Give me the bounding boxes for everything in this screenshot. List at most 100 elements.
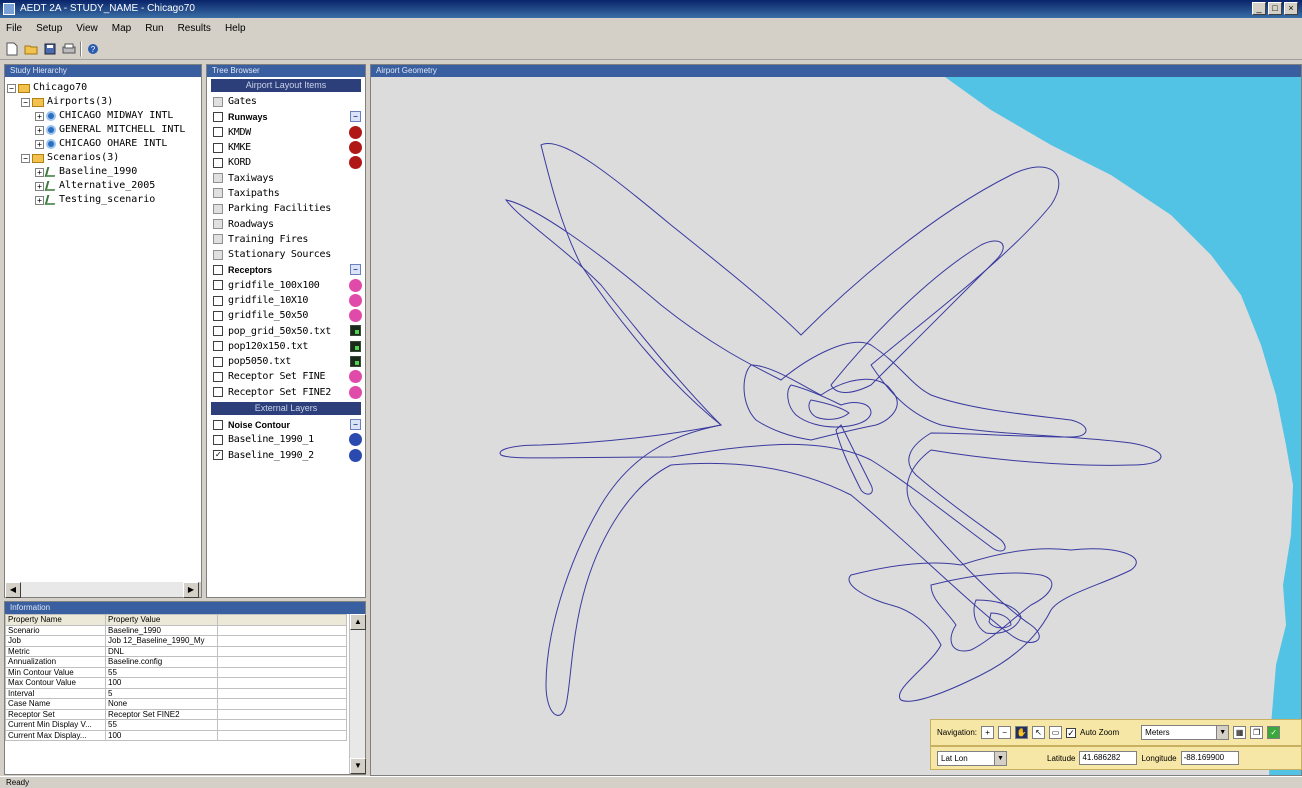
layer-item[interactable]: Taxipaths [207, 186, 365, 201]
map-panel[interactable]: Airport Geometry [370, 64, 1302, 776]
layer-item[interactable]: pop5050.txt [207, 354, 365, 369]
layer-item[interactable]: pop120x150.txt [207, 339, 365, 354]
tree-node[interactable]: + Alternative_2005 [7, 179, 199, 193]
grid-layer-icon[interactable] [350, 325, 361, 337]
layer-item[interactable]: Gates [207, 94, 365, 109]
scroll-left-icon[interactable]: ◀ [5, 582, 21, 598]
tree-node[interactable]: + CHICAGO OHARE INTL [7, 137, 199, 151]
layer-checkbox[interactable] [213, 157, 223, 168]
layer-checkbox[interactable] [213, 127, 223, 138]
tree-node[interactable]: + Testing_scenario [7, 193, 199, 207]
layer-item[interactable]: Runways − [207, 109, 365, 124]
grid-layer-icon[interactable] [350, 340, 361, 352]
confirm-icon[interactable]: ✓ [1267, 726, 1281, 739]
layer-checkbox[interactable] [213, 249, 223, 260]
tree-node[interactable]: − Chicago70 [7, 81, 199, 95]
scroll-right-icon[interactable]: ▶ [183, 582, 199, 598]
select-icon[interactable]: ↖ [1032, 726, 1046, 739]
layer-item[interactable]: KORD [207, 155, 365, 170]
expand-icon[interactable]: + [35, 167, 44, 177]
layer-item[interactable]: Parking Facilities [207, 201, 365, 216]
table-row[interactable]: Min Contour Value 55 [5, 666, 347, 678]
latitude-field[interactable]: 41.686282 [1079, 751, 1138, 765]
layer-item[interactable]: Noise Contour − [207, 417, 365, 432]
layer-item[interactable]: Taxiways [207, 170, 365, 185]
open-icon[interactable] [23, 41, 39, 57]
table-row[interactable]: Metric DNL [5, 645, 347, 657]
layer-color-icon[interactable] [349, 309, 362, 323]
layer-checkbox[interactable] [213, 356, 223, 367]
tree-horizontal-scrollbar[interactable]: ◀ ▶ [5, 581, 201, 598]
table-row[interactable]: Current Min Display V... 55 [5, 719, 347, 731]
expand-icon[interactable]: + [35, 139, 44, 149]
longitude-field[interactable]: -88.169900 [1180, 751, 1239, 765]
layer-color-icon[interactable] [349, 293, 362, 307]
layer-color-icon[interactable] [349, 448, 362, 462]
help-icon[interactable]: ? [85, 41, 101, 57]
expand-icon[interactable]: + [35, 195, 44, 205]
coordinate-system-select[interactable]: Lat Lon ▼ [937, 750, 1007, 766]
expand-icon[interactable]: + [35, 125, 44, 135]
layer-checkbox[interactable] [213, 203, 223, 214]
layer-item[interactable]: Training Fires [207, 232, 365, 247]
layer-checkbox[interactable] [213, 188, 223, 199]
layer-item[interactable]: KMKE [207, 140, 365, 155]
menu-results[interactable]: Results [178, 23, 211, 34]
scroll-up-icon[interactable]: ▲ [350, 614, 366, 630]
layer-color-icon[interactable] [349, 278, 362, 292]
layer-checkbox[interactable] [213, 387, 223, 398]
copy-map-icon[interactable]: ❐ [1250, 726, 1264, 739]
save-icon[interactable] [42, 41, 58, 57]
layer-item[interactable]: Receptor Set FINE [207, 369, 365, 384]
menu-help[interactable]: Help [225, 23, 246, 34]
menu-run[interactable]: Run [145, 23, 163, 34]
collapse-group-icon[interactable]: − [350, 111, 361, 123]
menu-view[interactable]: View [76, 23, 98, 34]
autozoom-checkbox[interactable]: ✓ [1066, 727, 1077, 738]
layer-item[interactable]: pop_grid_50x50.txt [207, 323, 365, 338]
layer-checkbox[interactable] [213, 371, 223, 382]
layer-item[interactable]: KMDW [207, 125, 365, 140]
layer-checkbox[interactable] [213, 419, 223, 430]
layer-color-icon[interactable] [349, 156, 362, 170]
layer-color-icon[interactable] [349, 385, 362, 399]
layer-checkbox[interactable] [213, 326, 223, 337]
tree-node[interactable]: + GENERAL MITCHELL INTL [7, 123, 199, 137]
tree-node[interactable]: + Baseline_1990 [7, 165, 199, 179]
minimize-button[interactable]: _ [1252, 2, 1266, 15]
grid-layer-icon[interactable] [350, 356, 361, 368]
column-property-value[interactable]: Property Value [105, 614, 218, 626]
layer-item[interactable]: Roadways [207, 216, 365, 231]
expand-icon[interactable]: + [35, 111, 44, 121]
layer-color-icon[interactable] [349, 370, 362, 384]
zoom-in-icon[interactable]: + [981, 726, 995, 739]
layer-item[interactable]: gridfile_10X10 [207, 293, 365, 308]
tree-node[interactable]: − Scenarios(3) [7, 151, 199, 165]
layer-checkbox[interactable] [213, 96, 223, 107]
layer-checkbox[interactable] [213, 295, 223, 306]
save-map-icon[interactable]: ▦ [1233, 726, 1247, 739]
table-row[interactable]: Case Name None [5, 698, 347, 710]
table-row[interactable]: Job Job 12_Baseline_1990_My [5, 635, 347, 647]
collapse-group-icon[interactable]: − [350, 264, 361, 276]
tree-node[interactable]: − Airports(3) [7, 95, 199, 109]
layer-checkbox[interactable] [213, 310, 223, 321]
expand-icon[interactable]: − [21, 153, 30, 163]
layer-item[interactable]: Receptors − [207, 262, 365, 277]
layer-checkbox[interactable] [213, 264, 223, 275]
table-row[interactable]: Annualization Baseline.config [5, 656, 347, 668]
table-row[interactable]: Current Max Display... 100 [5, 729, 347, 741]
table-row[interactable]: Receptor Set Receptor Set FINE2 [5, 708, 347, 720]
layer-color-icon[interactable] [349, 125, 362, 139]
layer-item[interactable]: Baseline_1990_1 [207, 432, 365, 447]
maximize-button[interactable]: □ [1268, 2, 1282, 15]
expand-icon[interactable]: + [35, 181, 44, 191]
layer-checkbox[interactable] [213, 280, 223, 291]
layer-color-icon[interactable] [349, 140, 362, 154]
scroll-down-icon[interactable]: ▼ [350, 758, 366, 774]
layer-item[interactable]: Stationary Sources [207, 247, 365, 262]
layer-checkbox[interactable]: ✓ [213, 450, 223, 461]
pan-icon[interactable]: ✋ [1015, 726, 1029, 739]
layer-checkbox[interactable] [213, 434, 223, 445]
layer-checkbox[interactable] [213, 173, 223, 184]
